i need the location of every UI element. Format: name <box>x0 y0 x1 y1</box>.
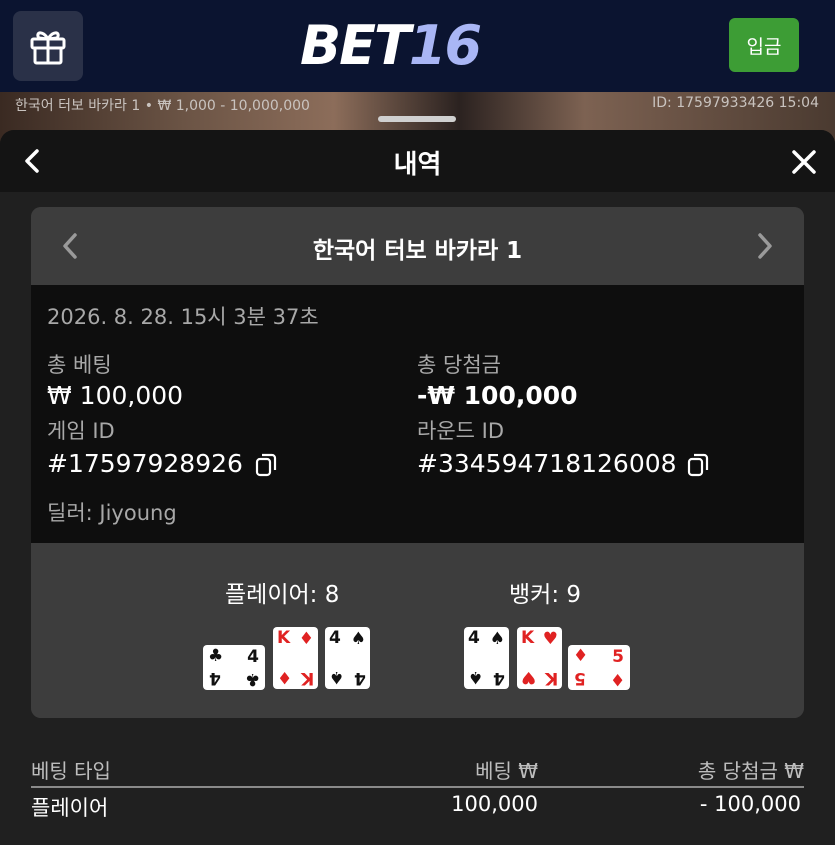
card-suit: ♦ <box>277 667 293 687</box>
banker-card-3: ♦ 5 5 ♦ <box>568 645 630 690</box>
row-bet-amount: 100,000 <box>451 792 538 816</box>
total-win-label: 총 당첨금 <box>417 353 501 377</box>
card-rank: K <box>277 628 291 648</box>
card-suit: ♠ <box>468 667 484 687</box>
total-bet-label: 총 베팅 <box>47 353 112 377</box>
round-id-label: 라운드 ID <box>417 419 504 443</box>
total-win-value: -₩ 100,000 <box>417 381 578 410</box>
card-rank: 5 <box>574 668 586 688</box>
history-sheet: 내역 한국어 터보 바카라 1 2026. 8. 28. 15시 3분 37초 … <box>0 130 835 845</box>
card-suit: ♣ <box>244 669 260 689</box>
table-header-total-win: 총 당첨금 ₩ <box>697 759 804 783</box>
table-divider <box>31 786 804 788</box>
logo-text-number: 16 <box>408 14 482 77</box>
total-bet-value: ₩ 100,000 <box>47 381 184 410</box>
card-header: 한국어 터보 바카라 1 <box>31 207 804 285</box>
top-bar: BET16 입금 <box>0 0 835 92</box>
copy-game-id-icon[interactable] <box>255 453 277 477</box>
row-total-win: - 100,000 <box>699 792 801 816</box>
player-card-1: ♣ 4 4 ♣ <box>203 645 265 690</box>
card-rank: 4 <box>247 647 259 667</box>
card-rank: 5 <box>612 647 624 667</box>
gift-icon <box>30 31 66 65</box>
row-bet-type: 플레이어 <box>31 796 109 820</box>
gift-button[interactable] <box>13 11 83 81</box>
sheet-header: 내역 <box>0 130 835 192</box>
card-rank: 4 <box>354 668 366 688</box>
logo-text-main: BET <box>300 14 411 77</box>
card-suit: ♠ <box>489 629 505 649</box>
round-result: 플레이어: 8 뱅커: 9 ♣ 4 4 ♣ K ♦ ♦ K 4 ♠ ♠ 4 4 ♠ ♠ 4 K ♥ ♥ K ♦ 5 5 ♦ <box>31 543 804 718</box>
brand-logo[interactable]: BET16 <box>300 14 482 78</box>
table-header-bet: 베팅 ₩ <box>475 759 538 783</box>
close-icon[interactable] <box>791 149 817 175</box>
card-rank: 4 <box>468 628 480 648</box>
sheet-title: 내역 <box>393 150 442 180</box>
card-rank: 4 <box>329 628 341 648</box>
card-suit: ♦ <box>609 669 625 689</box>
player-card-3: 4 ♠ ♠ 4 <box>325 627 370 689</box>
sheet-drag-handle[interactable] <box>378 116 456 122</box>
player-card-2: K ♦ ♦ K <box>273 627 318 689</box>
card-suit: ♠ <box>329 667 345 687</box>
session-id-text: ID: 17597933426 15:04 <box>652 95 819 111</box>
card-suit: ♠ <box>350 629 366 649</box>
next-round-chevron-icon[interactable] <box>754 231 776 261</box>
card-rank: K <box>300 668 314 688</box>
card-rank: 4 <box>209 668 221 688</box>
table-limits-text: 한국어 터보 바카라 1 • ₩ 1,000 - 10,000,000 <box>15 98 310 114</box>
copy-round-id-icon[interactable] <box>687 453 709 477</box>
card-suit: ♦ <box>298 629 314 649</box>
game-id-value: #17597928926 <box>47 449 243 478</box>
dealer-name: 딜러: Jiyoung <box>47 501 177 525</box>
banker-card-1: 4 ♠ ♠ 4 <box>464 627 509 689</box>
round-id-value: #334594718126008 <box>417 449 677 478</box>
round-detail-card: 한국어 터보 바카라 1 2026. 8. 28. 15시 3분 37초 총 베… <box>31 207 804 718</box>
card-suit: ♦ <box>573 646 589 666</box>
player-score: 플레이어: 8 <box>225 582 340 608</box>
table-header-bet-type: 베팅 타입 <box>31 759 111 783</box>
round-datetime: 2026. 8. 28. 15시 3분 37초 <box>47 305 319 329</box>
card-suit: ♣ <box>208 646 224 666</box>
card-suit: ♥ <box>521 667 537 687</box>
card-rank: K <box>544 668 558 688</box>
deposit-button[interactable]: 입금 <box>729 18 799 72</box>
game-id-label: 게임 ID <box>47 419 115 443</box>
game-name: 한국어 터보 바카라 1 <box>312 238 523 264</box>
card-rank: K <box>521 628 535 648</box>
round-summary: 2026. 8. 28. 15시 3분 37초 총 베팅 ₩ 100,000 총… <box>31 285 804 543</box>
banker-score: 뱅커: 9 <box>509 582 582 608</box>
card-suit: ♥ <box>542 629 558 649</box>
banker-card-2: K ♥ ♥ K <box>517 627 562 689</box>
card-rank: 4 <box>493 668 505 688</box>
